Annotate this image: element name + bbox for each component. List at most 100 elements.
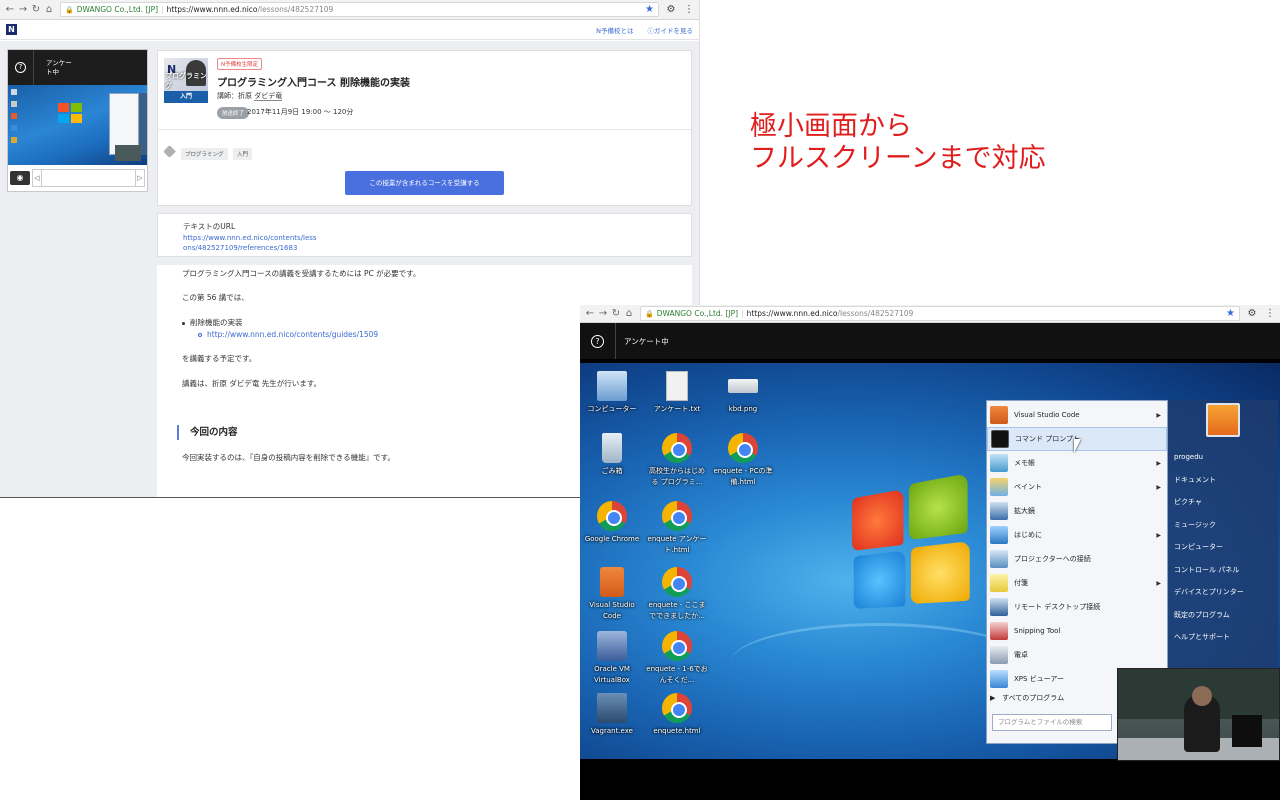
extension-icon[interactable]: ⚙ [1246,308,1258,319]
tag-intro[interactable]: 入門 [233,148,253,160]
remote-desktop-icon [990,598,1008,616]
menu-item-calculator[interactable]: 電卓 [987,643,1167,667]
menu-item-magnifier[interactable]: 拡大鏡 [987,499,1167,523]
vscode-icon [990,406,1008,424]
instructor-camera-feed [1117,668,1280,761]
start-search-input[interactable]: プログラムとファイルの検索 [992,714,1112,731]
desktop-icon-chrome-file[interactable]: enquete アンケート.html [646,501,708,556]
user-picture[interactable] [1206,403,1240,437]
notepad-icon [990,454,1008,472]
sticky-notes-icon [990,574,1008,592]
desktop-icon-computer[interactable]: コンピューター [581,371,643,415]
player-status-label: アンケート中 [46,58,72,76]
place-pictures[interactable]: ピクチャ [1168,491,1278,514]
player-controls: ◉ ◁ ▷ [8,165,147,191]
player-screen [8,85,147,165]
mini-desktop-icons [11,89,17,149]
forward-icon[interactable]: → [17,3,29,17]
bookmark-star-icon[interactable]: ★ [645,4,654,15]
place-music[interactable]: ミュージック [1168,514,1278,537]
home-icon[interactable]: ⌂ [43,3,55,17]
help-icon[interactable]: ? [8,50,34,85]
player-top-bar: ? アンケート中 [580,323,1280,359]
enroll-course-button[interactable]: この授業が含まれるコースを受講する [345,171,504,195]
about-link[interactable]: N予備校とは [596,25,633,35]
prev-arrow-icon[interactable]: ◁ [32,169,42,187]
home-icon[interactable]: ⌂ [623,307,635,321]
reload-icon[interactable]: ↻ [30,3,42,17]
menu-item-sticky-notes[interactable]: 付箋 ▶ [987,571,1167,595]
guide-link[interactable]: http://www.nnn.ed.nico/contents/guides/1… [198,330,378,339]
extension-icon[interactable]: ⚙ [665,4,677,15]
text-url-link[interactable]: https://www.nnn.ed.nico/contents/less on… [183,233,333,253]
place-devices-printers[interactable]: デバイスとプリンター [1168,581,1278,604]
bookmark-star-icon[interactable]: ★ [1226,308,1235,319]
menu-item-remote-desktop[interactable]: リモート デスクトップ接続 [987,595,1167,619]
menu-item-notepad[interactable]: メモ帳 ▶ [987,451,1167,475]
feature-caption: 極小画面から フルスクリーンまで対応 [750,111,1046,174]
text-url-heading: テキストのURL [183,222,236,231]
desktop-icon-kbd-png[interactable]: kbd.png [712,371,774,415]
place-default-programs[interactable]: 既定のプログラム [1168,604,1278,627]
mini-camera-feed [115,145,141,161]
player-top-bar: ? アンケート中 [8,50,147,85]
menu-icon[interactable]: ⋮ [1264,308,1276,319]
next-arrow-icon[interactable]: ▷ [135,169,145,187]
place-computer[interactable]: コンピューター [1168,536,1278,559]
status-badge: 放送終了 [217,107,250,119]
guide-link[interactable]: ⓘガイドを見る [648,25,694,35]
mouse-cursor-icon [1074,439,1081,453]
url-host: https://www.nnn.ed.nico [166,5,258,14]
desktop-icon-chrome-file[interactable]: enquete - ここまでできましたか... [646,567,708,622]
menu-item-vscode[interactable]: Visual Studio Code ▶ [987,403,1167,427]
menu-item-snipping-tool[interactable]: Snipping Tool [987,619,1167,643]
divider [158,129,691,130]
desktop-icon-chrome-file[interactable]: enquete - 1-6でおんそくだ... [646,631,708,686]
scissors-icon [990,622,1008,640]
camera-icon[interactable]: ◉ [10,171,30,185]
menu-item-paint[interactable]: ペイント ▶ [987,475,1167,499]
n-logo-icon[interactable]: N [6,24,17,35]
desktop-icon-chrome-file[interactable]: enquete.html [646,693,708,737]
windows-logo-icon [852,473,976,620]
menu-item-projector[interactable]: プロジェクターへの接続 [987,547,1167,571]
menu-icon[interactable]: ⋮ [683,4,695,15]
forward-icon[interactable]: → [597,307,609,321]
menu-item-getting-started[interactable]: はじめに ▶ [987,523,1167,547]
desktop-icon-chrome-file[interactable]: 高校生からはじめる プログラミ... [646,433,708,488]
desktop-icon-recycle-bin[interactable]: ごみ箱 [581,433,643,477]
bullet-item: 削除機能の実装 [182,317,243,328]
address-bar[interactable]: 🔒 DWANGO Co.,Ltd. [JP] | https://www.nnn… [60,2,659,17]
getting-started-icon [990,526,1008,544]
lesson-thumbnail: N プログラミング 入門 [164,58,208,103]
place-control-panel[interactable]: コントロール パネル [1168,559,1278,582]
desktop-icon-survey-txt[interactable]: アンケート.txt [646,371,708,415]
reload-icon[interactable]: ↻ [610,307,622,321]
calculator-icon [990,646,1008,664]
desktop-icon-chrome-file[interactable]: enquete - PCの準備.html [712,433,774,488]
place-help-support[interactable]: ヘルプとサポート [1168,626,1278,649]
desktop-icon-google-chrome[interactable]: Google Chrome [581,501,643,545]
tag-programming[interactable]: プログラミング [181,148,228,160]
video-player-mini[interactable]: ? アンケート中 ◉ ◁ ▷ [7,49,148,192]
place-documents[interactable]: ドキュメント [1168,469,1278,492]
lesson-datetime: 2017年11月9日 19:00 〜 120分 [247,108,354,116]
back-icon[interactable]: ← [584,307,596,321]
magnifier-icon [990,502,1008,520]
desktop-icon-virtualbox[interactable]: Oracle VM VirtualBox [581,631,643,686]
mini-windows-logo-icon [58,103,84,125]
lock-icon: 🔒 [65,5,74,14]
section-title: 今回の内容 [177,425,238,440]
player-status-label: アンケート中 [624,336,669,346]
place-user[interactable]: progedu [1168,446,1278,469]
desktop-icon-vagrant[interactable]: Vagrant.exe [581,693,643,737]
all-programs-button[interactable]: ▶ すべてのプログラム [990,693,1064,703]
address-bar[interactable]: 🔒 DWANGO Co.,Ltd. [JP] | https://www.nnn… [640,306,1240,321]
lock-icon: 🔒 [645,309,654,318]
teacher-link[interactable]: ダビデ竜 [254,92,283,101]
paint-icon [990,478,1008,496]
desktop-icon-vscode[interactable]: Visual Studio Code [581,567,643,622]
browser-window-fullscreen: ← → ↻ ⌂ 🔒 DWANGO Co.,Ltd. [JP] | https:/… [580,305,1280,800]
back-icon[interactable]: ← [4,3,16,17]
help-icon[interactable]: ? [580,323,616,359]
